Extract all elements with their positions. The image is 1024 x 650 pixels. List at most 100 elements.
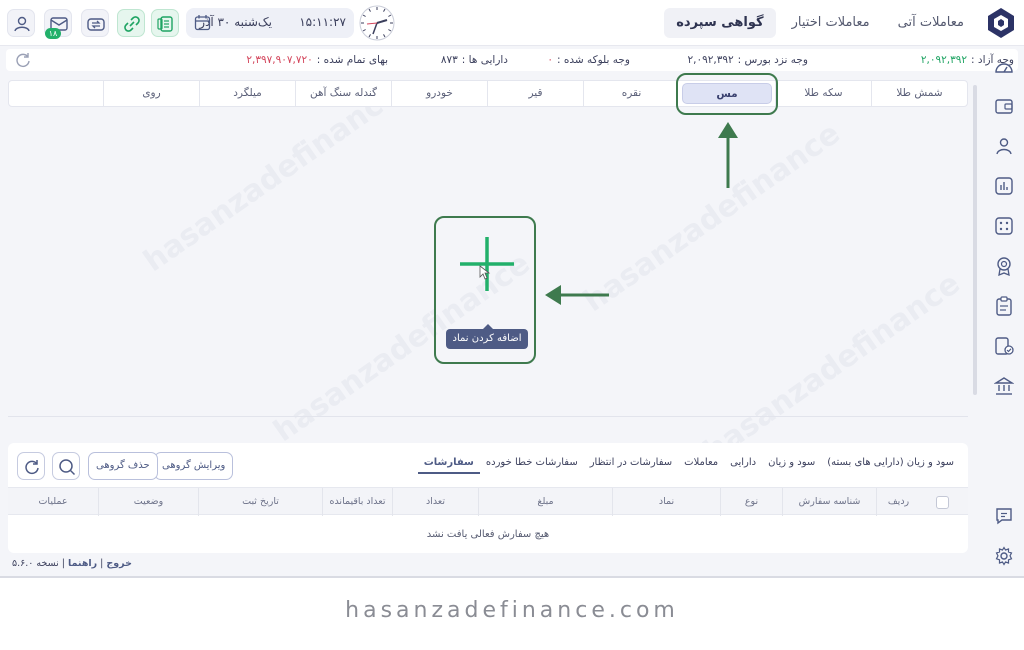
empty-orders-message: هیچ سفارش فعالی یافت نشد — [426, 529, 550, 540]
tab-gold-coin[interactable]: سکه طلا — [775, 81, 871, 106]
tab-failed-orders[interactable]: سفارشات خطا خورده — [480, 453, 584, 474]
blocked-cash-value: ۰ — [547, 54, 553, 66]
tab-deposit-certificate[interactable]: گواهی سپرده — [664, 8, 776, 38]
broker-cash-label: وجه نزد بورس : — [737, 54, 808, 66]
orders-table-header: ردیف شناسه سفارش نوع نماد مبلغ تعداد تعد… — [8, 487, 968, 516]
settings-icon[interactable] — [994, 546, 1014, 566]
assets-label: دارایی ها : — [461, 54, 508, 66]
col-amount: مبلغ — [478, 488, 612, 516]
col-quantity: تعداد — [392, 488, 478, 516]
current-time: ۱۵:۱۱:۲۷ — [299, 15, 346, 29]
add-symbol-button[interactable] — [452, 233, 522, 295]
tab-silver[interactable]: نقره — [583, 81, 679, 106]
version-label: نسخه ۵.۶.۰ — [12, 558, 59, 569]
search-icon — [59, 459, 76, 476]
account-summary-bar: وجه آزاد :۲,۰۹۲,۳۹۲ وجه نزد بورس :۲,۰۹۲,… — [6, 49, 1018, 71]
app-window: hasanzadefinance hasanzadefinance hasanz… — [0, 0, 1024, 578]
total-cost-value: ۲,۳۹۷,۹۰۷,۷۲۰ — [246, 54, 313, 66]
transfer-button[interactable] — [81, 9, 109, 37]
tab-gold-bar[interactable]: شمش طلا — [871, 81, 967, 106]
blocked-cash: وجه بلوکه شده :۰ — [547, 54, 630, 66]
tab-closed-profit-loss[interactable]: سود و زیان (دارایی های بسته) — [821, 453, 960, 474]
group-edit-button[interactable]: ویرایش گروهی — [154, 452, 234, 480]
transfer-icon — [87, 18, 105, 31]
tab-options[interactable]: معاملات اختیار — [780, 8, 882, 38]
top-bar: معاملات آتی معاملات اختیار گواهی سپرده ۱… — [0, 0, 1024, 46]
documents-icon — [157, 16, 173, 32]
commodity-tabs: شمش طلا سکه طلا مس نقره قیر خودرو گندله … — [8, 80, 968, 107]
bank-icon[interactable] — [994, 376, 1014, 396]
select-all-checkbox[interactable] — [936, 496, 949, 509]
help-link[interactable]: راهنما — [68, 558, 97, 569]
tab-iron-pellet[interactable]: گندله سنگ آهن — [295, 81, 391, 106]
refresh-icon[interactable] — [14, 51, 32, 69]
col-row: ردیف — [876, 488, 920, 516]
tab-car[interactable]: خودرو — [391, 81, 487, 106]
arrow-up-icon — [718, 122, 738, 188]
orders-panel: سفارشات سفارشات خطا خورده سفارشات در انت… — [8, 443, 968, 553]
link-button[interactable] — [117, 9, 145, 37]
profile-button[interactable] — [7, 9, 35, 37]
group-delete-button[interactable]: حذف گروهی — [88, 452, 158, 480]
chat-icon[interactable] — [994, 506, 1014, 526]
user-icon — [14, 16, 30, 32]
datetime-box: ۱۵:۱۱:۲۷ یک‌شنبه ۳۰ آذر — [186, 8, 354, 38]
watermark: hasanzadefinance — [577, 116, 847, 319]
tab-pending-orders[interactable]: سفارشات در انتظار — [584, 453, 678, 474]
col-operations: عملیات — [38, 496, 68, 507]
col-order-id: شناسه سفارش — [782, 488, 876, 516]
messages-count-badge: ۱۸ — [45, 28, 61, 39]
market-data-button[interactable] — [151, 9, 179, 37]
brand-logo — [988, 8, 1014, 38]
tab-assets[interactable]: دارایی — [724, 453, 762, 474]
col-status: وضعیت — [98, 488, 198, 516]
assets-count: دارایی ها :۸۷۳ — [441, 54, 508, 66]
watermark: hasanzadefinance — [697, 266, 967, 469]
logout-link[interactable]: خروج — [106, 558, 132, 569]
tab-profit-loss[interactable]: سود و زیان — [762, 453, 821, 474]
total-cost-label: بهای تمام شده : — [316, 54, 388, 66]
wallet-icon[interactable] — [994, 96, 1014, 116]
site-watermark: hasanzadefinance.com — [345, 598, 679, 623]
total-cost: بهای تمام شده :۲,۳۹۷,۹۰۷,۷۲۰ — [246, 54, 388, 66]
footer: خروج | راهنما | نسخه ۵.۶.۰ — [12, 558, 132, 569]
divider — [8, 416, 968, 417]
add-symbol-tooltip: اضافه کردن نماد — [446, 324, 528, 349]
top-tabs: معاملات آتی معاملات اختیار گواهی سپرده — [664, 8, 976, 38]
arrow-left-icon — [545, 285, 609, 305]
clipboard-icon[interactable] — [994, 296, 1014, 316]
tab-futures[interactable]: معاملات آتی — [886, 8, 976, 38]
chart-icon[interactable] — [994, 176, 1014, 196]
clock-icon — [359, 5, 395, 41]
calendar-icon[interactable] — [194, 14, 211, 31]
col-remaining: تعداد باقیمانده — [322, 488, 392, 516]
col-type: نوع — [720, 488, 782, 516]
user-icon[interactable] — [994, 136, 1014, 156]
tab-orders[interactable]: سفارشات — [417, 453, 480, 474]
tab-zinc[interactable]: روی — [103, 81, 199, 106]
orders-tabs: سفارشات سفارشات خطا خورده سفارشات در انت… — [417, 453, 960, 474]
vertical-scrollbar[interactable] — [973, 85, 977, 395]
broker-cash: وجه نزد بورس :۲,۰۹۲,۳۹۲ — [687, 54, 808, 66]
free-cash-value: ۲,۰۹۲,۳۹۲ — [920, 54, 968, 66]
tab-empty — [9, 81, 103, 106]
col-symbol: نماد — [612, 488, 720, 516]
refresh-orders-button[interactable] — [17, 452, 45, 480]
right-sidebar — [984, 48, 1024, 578]
assets-value: ۸۷۳ — [440, 54, 458, 66]
divider — [0, 576, 1024, 578]
dashboard-icon[interactable] — [994, 58, 1014, 78]
tab-trades[interactable]: معاملات — [678, 453, 724, 474]
tab-rebar[interactable]: میلگرد — [199, 81, 295, 106]
refresh-icon — [25, 460, 39, 475]
calculator-icon[interactable] — [994, 216, 1014, 236]
search-button[interactable] — [52, 452, 80, 480]
blocked-cash-label: وجه بلوکه شده : — [556, 54, 630, 66]
link-icon — [124, 16, 140, 32]
tab-bitumen[interactable]: قیر — [487, 81, 583, 106]
broker-cash-value: ۲,۰۹۲,۳۹۲ — [687, 54, 734, 66]
col-registration-date: تاریخ ثبت — [198, 488, 322, 516]
award-icon[interactable] — [994, 256, 1014, 276]
approved-document-icon[interactable] — [994, 336, 1014, 356]
copper-tab-highlight — [676, 73, 778, 115]
